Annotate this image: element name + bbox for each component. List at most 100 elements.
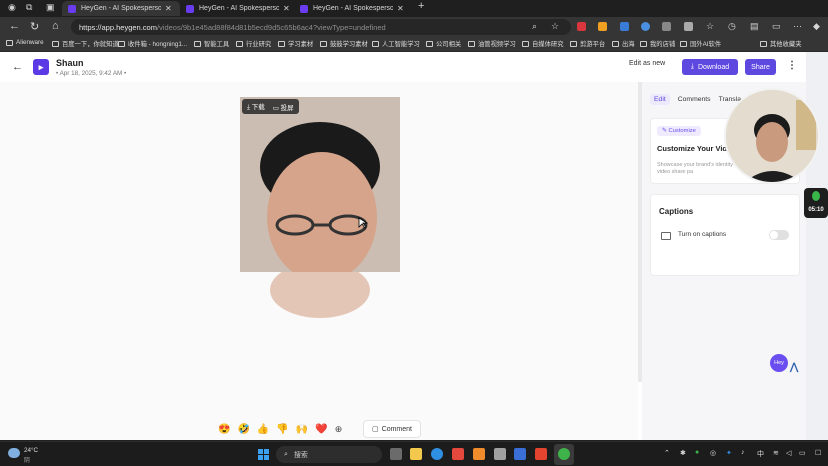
bookmark-item[interactable]: 智能工具 [194,39,229,48]
microphone-icon[interactable]: ♪ [741,449,745,456]
bookmark-item[interactable]: 剪游平台 [570,39,605,48]
profile-icon[interactable]: ◉ [8,2,16,13]
bookmark-item[interactable]: 行业研究 [236,39,271,48]
favorite-star-icon[interactable]: ☆ [551,21,559,32]
tray-wechat-icon[interactable]: ◎ [710,449,716,457]
reaction-raised-hands[interactable]: 🙌 [296,424,308,435]
bookmark-item[interactable]: 收件箱 - hongning1... [118,39,187,48]
reaction-heart[interactable]: ❤️ [315,424,327,435]
close-tab-icon[interactable]: ✕ [283,4,290,13]
workspaces-icon[interactable]: ⧉ [26,2,32,13]
bookmark-item[interactable]: 百度一下，你就知道 [52,39,119,48]
bookmark-item[interactable]: 出海 [612,39,635,48]
file-explorer-icon[interactable] [410,448,422,460]
battery-icon[interactable]: ▭ [799,449,806,457]
bookmark-item[interactable]: Alienware [6,39,44,46]
settings-menu-icon[interactable]: ⋯ [793,21,802,32]
comment-icon: ▢ [372,426,379,433]
reaction-thumbs-down[interactable]: 👎 [276,424,288,435]
chat-assistant-button[interactable]: Hey [770,354,788,372]
add-reaction-icon[interactable]: ⊕ [335,424,343,435]
close-tab-icon[interactable]: ✕ [165,4,172,13]
bookmark-item[interactable]: 鼓鼓学习素材 [320,39,368,48]
tab-comments[interactable]: Comments [678,94,711,105]
notification-icon[interactable]: ☐ [815,449,821,457]
extension-icon[interactable] [598,22,607,31]
heygen-logo-icon: ▸ [33,59,49,75]
tab-edit[interactable]: Edit [650,94,670,105]
address-bar[interactable]: https://app.heygen.com/videos/9b1e45ad88… [71,19,571,35]
folder-icon [6,39,13,46]
browser-tab[interactable]: HeyGen - AI Spokesperson Vide ✕ [62,1,180,16]
browser-tab[interactable]: HeyGen - AI Spokesperson Vide ✕ [294,1,410,16]
tray-app-icon[interactable]: ✱ [680,449,686,457]
tray-recorder-icon[interactable]: ● [695,449,699,456]
taskbar-search[interactable]: ⌕ 搜索 [276,446,382,463]
extension-icon[interactable] [620,22,629,31]
extension-icon[interactable] [662,22,671,31]
extensions-puzzle-icon[interactable] [684,22,693,31]
volume-icon[interactable]: ◁ [786,449,791,457]
screen-recorder-widget[interactable]: 05:10 [804,188,828,218]
folder-icon [570,40,577,47]
video-meta: • Apr 18, 2025, 9:42 AM • [56,70,127,77]
home-icon[interactable]: ⌂ [52,20,59,32]
history-icon[interactable]: ◷ [728,21,736,32]
more-options-icon[interactable]: ⋮ [787,60,797,71]
browser-tab-strip: ◉ ⧉ ▣ HeyGen - AI Spokesperson Vide ✕ He… [0,0,828,17]
bookmark-item[interactable]: 人工智能学习 [372,39,420,48]
reaction-laugh[interactable]: 🤣 [237,424,249,435]
weather-temp: 24°C [24,447,39,454]
reload-icon[interactable]: ↻ [30,20,39,33]
share-button[interactable]: Share [745,59,776,75]
extension-icon[interactable] [641,22,650,31]
bookmark-item[interactable]: 国外AI软件 [680,39,721,48]
captions-toggle[interactable] [769,230,789,240]
bookmark-item[interactable]: 学习素材 [278,39,313,48]
tray-chevron-icon[interactable]: ⌃ [664,449,670,457]
task-view-icon[interactable] [390,448,402,460]
wifi-icon[interactable]: ≋ [773,449,779,457]
extension-icon[interactable] [577,22,586,31]
bookmark-item[interactable]: 油管视频学习 [468,39,516,48]
screenshot-icon[interactable]: ▭ [772,21,781,32]
new-tab-icon[interactable]: + [418,0,424,12]
download-button[interactable]: ⤓ Download [682,59,738,75]
copilot-icon[interactable]: ◆ [813,21,820,32]
app-icon[interactable] [473,448,485,460]
comment-button[interactable]: ▢ Comment [363,420,421,438]
bookmark-item[interactable]: 我的店铺 [640,39,675,48]
bookmark-item[interactable]: 公司相关 [426,39,461,48]
back-icon[interactable]: ← [9,20,20,32]
reaction-thumbs-up[interactable]: 👍 [257,424,269,435]
wps-icon[interactable] [452,448,464,460]
zoom-icon[interactable]: ⌕ [532,21,537,32]
browser-tab[interactable]: HeyGen - AI Spokesperson Vide ✕ [180,1,292,16]
app-icon[interactable] [514,448,526,460]
weather-icon[interactable] [8,448,20,458]
heygen-favicon-icon [186,4,194,13]
address-url: https://app.heygen.com/videos/9b1e45ad88… [79,22,386,32]
close-tab-icon[interactable]: ✕ [397,4,404,13]
bookmark-item[interactable]: 自媒体研究 [522,39,563,48]
favorites-icon[interactable]: ☆ [706,21,714,32]
back-arrow-icon[interactable]: ← [12,61,23,73]
video-player[interactable]: ⤓ 下载 ▭ 投屏 [240,97,400,272]
bluetooth-icon[interactable]: ✦ [726,449,732,457]
bookmark-item[interactable]: 其他收藏夹 [760,39,801,48]
wps-icon[interactable] [535,448,547,460]
ime-icon[interactable]: 中 [757,449,764,459]
collections-icon[interactable]: ▤ [750,21,759,32]
tab-actions-icon[interactable]: ▣ [46,2,55,13]
assistant-logo-icon: ⋀ [790,362,799,373]
folder-icon [612,40,619,47]
video-cast-button[interactable]: ▭ 投屏 [273,102,294,112]
settings-icon[interactable] [494,448,506,460]
video-download-button[interactable]: ⤓ 下载 [247,101,265,112]
edit-as-new-button[interactable]: Edit as new [629,60,665,67]
windows-start-icon[interactable] [258,449,269,460]
edge-icon[interactable] [431,448,443,460]
captions-icon [661,232,671,240]
reaction-heart-eyes[interactable]: 😍 [218,424,230,435]
recorder-app-icon[interactable] [558,448,570,460]
